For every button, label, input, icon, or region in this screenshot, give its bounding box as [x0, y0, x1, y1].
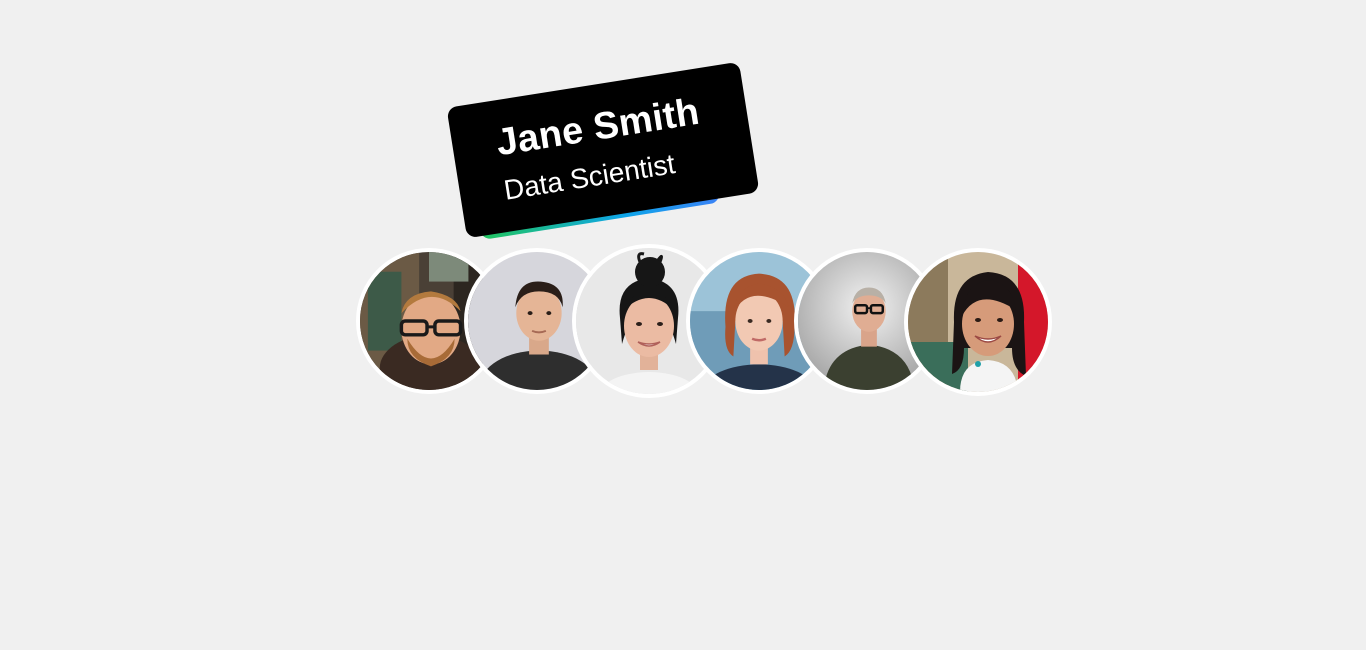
tooltip-card: Jane Smith Data Scientist	[446, 61, 760, 241]
tooltip-body: Jane Smith Data Scientist	[446, 61, 760, 239]
avatar-6[interactable]	[904, 248, 1052, 396]
person-avatar-icon	[908, 252, 1048, 392]
avatar-team-widget: Jane Smith Data Scientist	[0, 0, 1366, 650]
